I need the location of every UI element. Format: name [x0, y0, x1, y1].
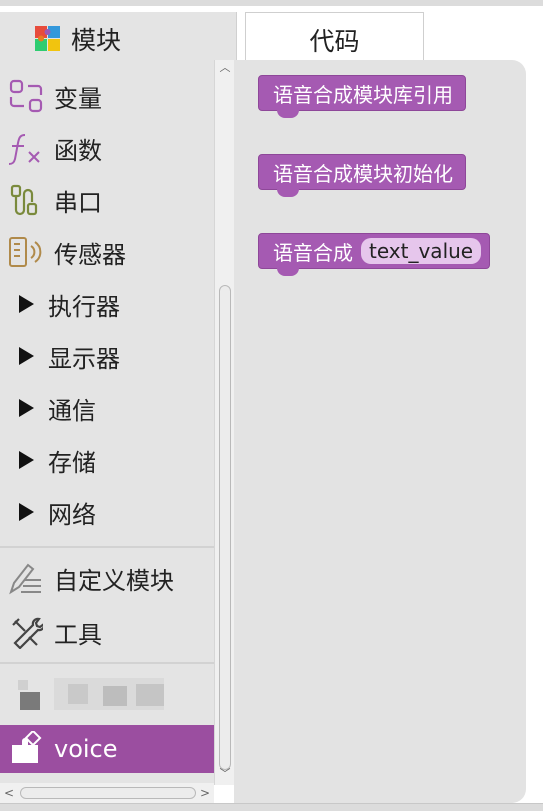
tab-code-label: 代码	[309, 26, 360, 56]
category-custom-modules[interactable]: 自定义模块	[0, 552, 214, 604]
text-value-field[interactable]: text_value	[361, 238, 482, 264]
category-network[interactable]: 网络	[0, 486, 214, 538]
tab-code[interactable]: 代码	[245, 12, 424, 66]
serial-port-icon	[6, 180, 46, 220]
block-label: 语音合成模块初始化	[273, 161, 453, 186]
scrollbar-thumb[interactable]	[20, 787, 196, 799]
top-tab-bar: 模块 代码	[0, 0, 543, 66]
block-label: 语音合成模块库引用	[273, 82, 453, 107]
category-sidebar: 变量 函数 串口 传感器 执行器 显示器 通信 存储 网络 自定义模块 工具 v…	[0, 60, 214, 811]
category-label: 通信	[48, 396, 96, 425]
category-label: 变量	[54, 84, 102, 113]
category-storage[interactable]: 存储	[0, 434, 214, 486]
puzzle-icon	[6, 729, 46, 769]
sidebar-divider	[0, 546, 214, 548]
tools-icon	[6, 612, 46, 652]
category-label: 执行器	[48, 292, 120, 321]
expand-triangle-icon	[19, 399, 34, 417]
category-displays[interactable]: 显示器	[0, 330, 214, 382]
block-label: 语音合成	[273, 240, 353, 265]
blurred-category	[8, 674, 184, 714]
category-functions[interactable]: 函数	[0, 122, 214, 174]
scroll-left-icon[interactable]: <	[4, 787, 14, 799]
category-actuators[interactable]: 执行器	[0, 278, 214, 330]
scroll-down-icon[interactable]: ﹀	[219, 768, 231, 780]
category-label: 自定义模块	[54, 566, 174, 595]
expand-triangle-icon	[19, 347, 34, 365]
scrollbar-thumb[interactable]	[219, 285, 231, 770]
category-label: 显示器	[48, 344, 120, 373]
tab-modules-label: 模块	[71, 26, 122, 55]
category-serial[interactable]: 串口	[0, 174, 214, 226]
category-variables[interactable]: 变量	[0, 70, 214, 122]
scroll-right-icon[interactable]: >	[200, 787, 210, 799]
scroll-up-icon[interactable]: ︿	[219, 62, 231, 74]
category-tools[interactable]: 工具	[0, 606, 214, 658]
category-label: 工具	[54, 620, 102, 649]
sidebar-horizontal-scrollbar[interactable]: < >	[0, 783, 214, 803]
category-voice[interactable]: voice	[0, 725, 214, 773]
sidebar-divider	[0, 662, 214, 664]
sidebar-vertical-scrollbar[interactable]: ︿ ﹀	[214, 60, 234, 785]
bottom-strip	[0, 803, 543, 811]
block-voice-init[interactable]: 语音合成模块初始化	[258, 154, 466, 197]
sensor-icon	[6, 232, 46, 272]
puzzle-icon	[33, 22, 63, 56]
block-voice-synthesize[interactable]: 语音合成 text_value	[258, 233, 491, 276]
category-label: 串口	[54, 188, 102, 217]
category-communication[interactable]: 通信	[0, 382, 214, 434]
category-label: 传感器	[54, 240, 126, 269]
category-label: 网络	[48, 500, 96, 529]
block-voice-lib-ref[interactable]: 语音合成模块库引用	[258, 75, 466, 118]
category-sensors[interactable]: 传感器	[0, 226, 214, 278]
expand-triangle-icon	[19, 503, 34, 521]
variable-icon	[6, 76, 46, 116]
category-label: 函数	[54, 136, 102, 165]
expand-triangle-icon	[19, 295, 34, 313]
category-label: voice	[54, 735, 118, 763]
expand-triangle-icon	[19, 451, 34, 469]
function-icon	[6, 128, 46, 168]
block-flyout: 语音合成模块库引用 语音合成模块初始化 语音合成 text_value	[234, 60, 526, 803]
tab-separator	[236, 12, 245, 66]
tab-modules[interactable]: 模块	[0, 12, 236, 66]
pencil-lines-icon	[6, 558, 46, 598]
category-label: 存储	[48, 448, 96, 477]
